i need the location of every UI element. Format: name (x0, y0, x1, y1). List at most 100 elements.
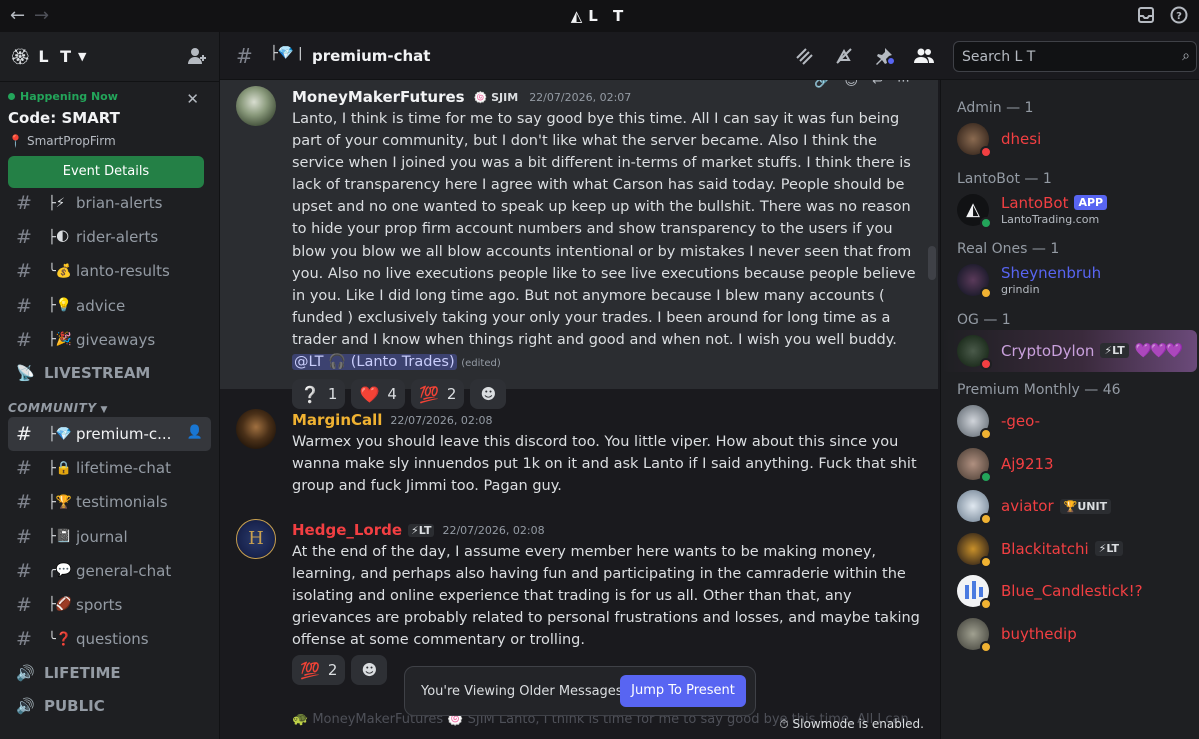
close-icon[interactable]: ✕ (186, 90, 199, 108)
member-name: CryptoDylon (1001, 341, 1095, 360)
hash-icon: # (16, 192, 32, 215)
message-item[interactable]: 🔗 ☺ ↩ ⋯ MoneyMakerFutures 🍥 SJIM 22/07/2… (220, 80, 938, 410)
channel-prefix-icon: ├🎉 (48, 332, 73, 348)
channel-label: lanto-results (76, 262, 170, 281)
jump-to-present-button[interactable]: Jump To Present (620, 675, 746, 707)
message-body: Lanto, I think is time for me to say goo… (292, 108, 920, 375)
link-icon[interactable]: 🔗 (814, 80, 830, 96)
help-icon[interactable]: ? (1170, 6, 1188, 24)
message-author[interactable]: MoneyMakerFutures (292, 88, 465, 106)
server-flower-icon: 🏵 (10, 47, 31, 66)
member-row[interactable]: ◭ LantoBot APP LantoTrading.com (941, 189, 1199, 232)
message-item[interactable]: MarginCall 22/07/2026, 02:08 Warmex you … (220, 409, 938, 497)
member-row[interactable]: dhesi (941, 118, 1199, 161)
member-row[interactable]: CryptoDylon ⚡LT 💜💜💜 (941, 329, 1197, 372)
event-details-button[interactable]: Event Details (8, 156, 204, 188)
add-reaction-button[interactable]: ☻ (351, 655, 388, 686)
pinned-messages-icon[interactable] (874, 46, 894, 66)
channel-header: # ├💎 | premium-chat Search L T ⌕ (220, 32, 1199, 80)
more-icon[interactable]: ⋯ (897, 80, 910, 96)
channel-testimonials[interactable]: # ├🏆 testimonials (8, 485, 211, 519)
hundred-icon: 💯 (300, 660, 320, 680)
avatar (957, 447, 992, 483)
hash-icon: # (16, 423, 32, 446)
discord-window: ← → ◭ L T ? 🏵 L T ▼ Happening Now ✕ Code:… (0, 0, 1199, 739)
server-header[interactable]: 🏵 L T ▼ (0, 32, 219, 82)
slowmode-text: Slowmode is enabled. (792, 717, 924, 731)
search-input[interactable]: Search L T ⌕ (953, 41, 1197, 72)
channel-advice[interactable]: # ├💡 advice (8, 289, 211, 323)
member-row[interactable]: Sheynenbruh grindin (941, 259, 1199, 302)
channel-lanto-results[interactable]: # ╰💰 lanto-results (8, 254, 211, 288)
avatar (957, 405, 992, 441)
channel-prefix-icon: ╰💰 (48, 263, 73, 279)
channel-public[interactable]: 🔊 PUBLIC (8, 689, 211, 722)
channel-lifetime[interactable]: 🔊 LIFETIME (8, 656, 211, 689)
message-timestamp: 22/07/2026, 02:08 (390, 413, 493, 427)
user-mention[interactable]: @LT 🎧 (Lanto Trades) (292, 354, 457, 371)
react-icon[interactable]: ☺ (845, 80, 859, 96)
channel-prefix-icon: ├🏆 (48, 494, 73, 510)
status-idle-icon (980, 555, 992, 568)
reaction-count: 2 (327, 661, 338, 680)
channel-journal[interactable]: # ├📓 journal (8, 520, 211, 554)
member-row[interactable]: -geo- (941, 400, 1199, 443)
member-group-title: OG — 1 (957, 311, 1011, 328)
member-row[interactable]: Blackitatchi ⚡LT (941, 528, 1199, 571)
reaction-count: 2 (446, 385, 457, 404)
hash-icon: # (16, 226, 32, 249)
message-item[interactable]: H Hedge_Lorde ⚡LT 22/07/2026, 02:08 At t… (220, 519, 938, 686)
member-name: dhesi (1001, 130, 1042, 149)
add-reaction-button[interactable]: ☻ (470, 379, 507, 410)
reaction-100[interactable]: 💯 2 (410, 379, 465, 410)
reaction-question[interactable]: ❔ 1 (292, 379, 346, 410)
member-list-icon[interactable] (914, 46, 934, 66)
channel-label: questions (76, 630, 149, 649)
status-idle-icon (980, 513, 992, 526)
threads-icon[interactable] (794, 46, 814, 66)
reaction-100[interactable]: 💯 2 (292, 655, 346, 686)
message-author[interactable]: Hedge_Lorde (292, 521, 402, 539)
channel-giveaways[interactable]: # ├🎉 giveaways (8, 323, 211, 357)
reply-icon[interactable]: ↩ (872, 80, 883, 96)
app-badge: APP (1074, 195, 1108, 211)
member-row[interactable]: Blue_Candlestick!? (941, 570, 1199, 613)
channel-prefix-icon: ╰❓ (48, 631, 73, 647)
status-idle-icon (980, 428, 992, 441)
notification-muted-icon[interactable] (834, 46, 854, 66)
channel-prefix-icon: ├💎 (48, 426, 73, 442)
message-text: Warmex you should leave this discord too… (292, 434, 917, 495)
channel-general-chat[interactable]: # ╭💬 general-chat (8, 554, 211, 588)
event-title: Code: SMART (8, 109, 120, 127)
member-group-title: LantoBot — 1 (957, 170, 1052, 187)
speaker-icon: 🔊 (16, 663, 35, 682)
category-community[interactable]: COMMUNITY ▼ (0, 390, 219, 417)
invite-user-icon[interactable] (187, 46, 207, 71)
channel-questions[interactable]: # ╰❓ questions (8, 622, 211, 656)
message-author[interactable]: MarginCall (292, 411, 382, 429)
message-list: 🔗 ☺ ↩ ⋯ MoneyMakerFutures 🍥 SJIM 22/07/2… (220, 80, 938, 739)
avatar[interactable] (236, 86, 276, 126)
channel-rider-alerts[interactable]: # ├🌓 rider-alerts (8, 220, 211, 254)
channel-premium-chat[interactable]: # ├💎 premium-c... 👤 (8, 416, 211, 452)
channel-livestream[interactable]: 📡 LIVESTREAM (8, 357, 211, 390)
reaction-heart[interactable]: ❤️ 4 (351, 379, 405, 410)
channel-label: general-chat (76, 561, 172, 580)
channel-lifetime-chat[interactable]: # ├🔒 lifetime-chat (8, 451, 211, 485)
scrollbar-thumb[interactable] (928, 246, 936, 280)
avatar[interactable]: H (236, 519, 276, 559)
avatar[interactable] (236, 409, 276, 449)
channel-prefix-icon: ├💡 (48, 298, 73, 314)
add-member-icon[interactable]: 👤 (187, 425, 203, 440)
channel-prefix-icon: ├💎 | (270, 46, 303, 61)
channel-brian-alerts[interactable]: # ├⚡ brian-alerts (8, 186, 211, 220)
question-icon: ❔ (300, 384, 320, 404)
member-row[interactable]: Aj9213 (941, 443, 1199, 486)
inbox-icon[interactable] (1137, 6, 1155, 24)
member-list: Admin — 1 dhesi LantoBot — 1 ◭ LantoBot A… (940, 80, 1199, 739)
channel-label: rider-alerts (76, 228, 159, 247)
member-row[interactable]: aviator 🏆UNIT (941, 485, 1199, 528)
channel-sports[interactable]: # ├🏈 sports (8, 588, 211, 622)
member-row[interactable]: buythedip (941, 613, 1199, 656)
role-tag: 🏆UNIT (1059, 498, 1112, 514)
